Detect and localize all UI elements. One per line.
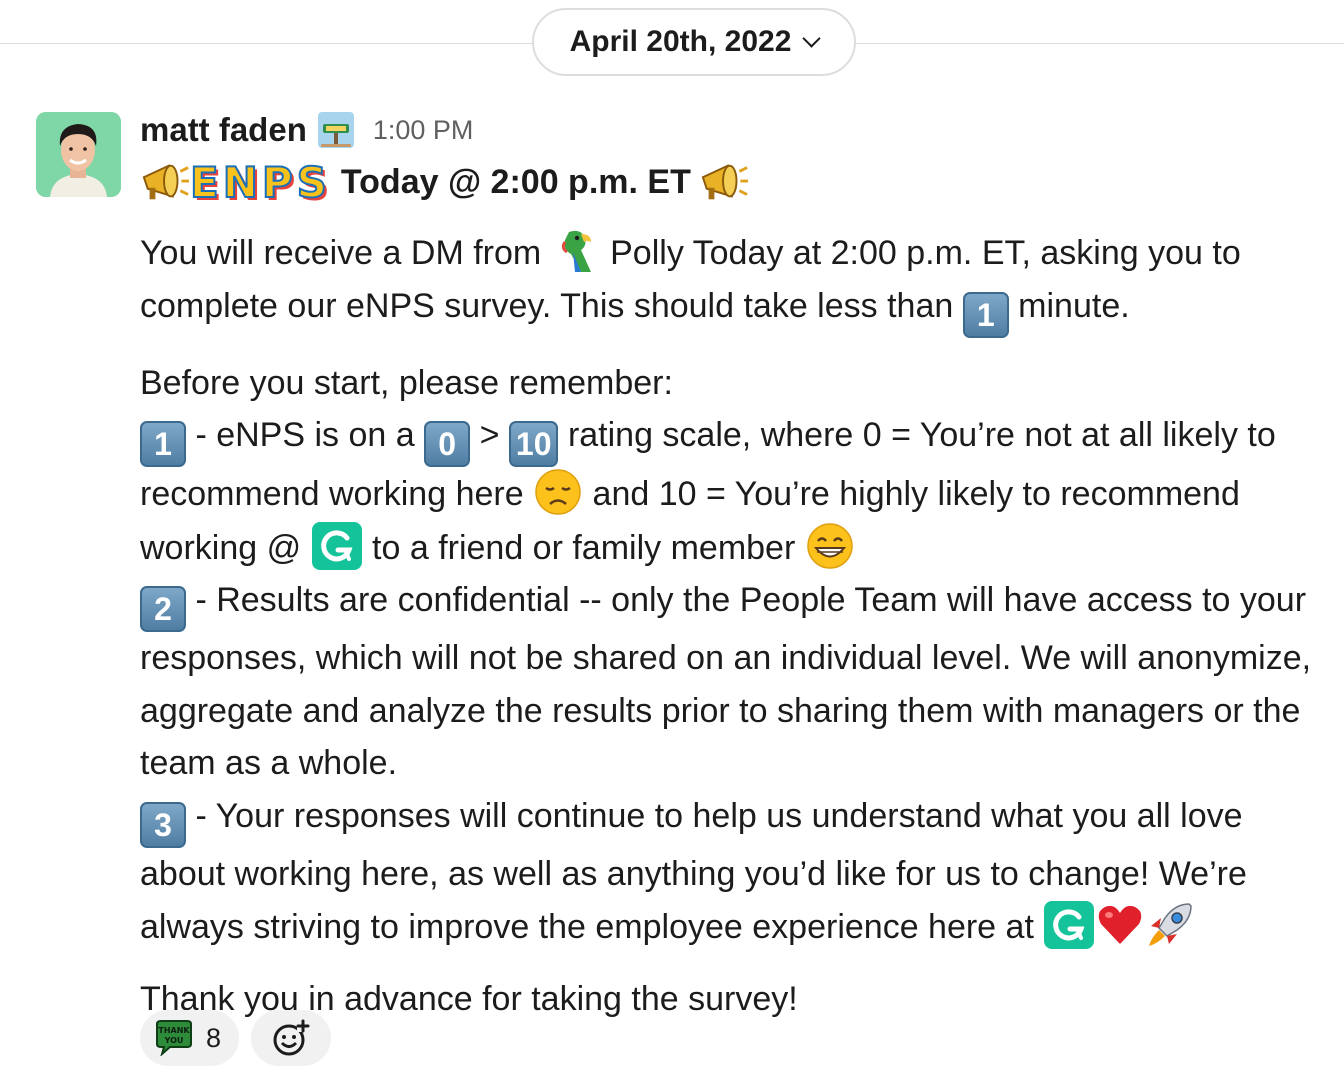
grammarly-logo-icon (311, 521, 362, 570)
megaphone-icon (701, 164, 748, 200)
body-text: recommend working here (140, 475, 524, 513)
date-label: April 20th, 2022 (569, 25, 792, 58)
user-photo-icon (36, 112, 121, 197)
body-text: - Your responses will continue to help u… (195, 796, 1243, 835)
body-text: aggregate and analyze the results prior … (140, 691, 1301, 730)
heart-icon (1099, 905, 1142, 944)
enps-letter-e: E (189, 157, 220, 208)
body-text: Before you start, please remember: (140, 363, 673, 402)
author-name[interactable]: matt faden (140, 111, 307, 149)
body-text: Polly Today at 2:00 p.m. ET, asking you … (610, 234, 1241, 272)
avatar[interactable] (36, 112, 121, 197)
title-text: Today @ 2:00 p.m. ET (340, 162, 691, 201)
reaction-thank-you[interactable]: THANK YOU 8 (140, 1010, 240, 1066)
rocket-icon (1149, 903, 1193, 946)
body-text: rating scale, where 0 = You’re not at al… (567, 416, 1276, 454)
svg-text:YOU: YOU (164, 1036, 184, 1045)
body-text: - Results are confidential -- only the P… (195, 581, 1307, 619)
body-text: working @ (140, 528, 302, 567)
body-text: You will receive a DM from (140, 234, 542, 272)
add-reaction-button[interactable] (251, 1010, 332, 1066)
body-line: recommend working here and 10 = You’re h… (140, 467, 1344, 521)
body-line: aggregate and analyze the results prior … (140, 685, 1344, 738)
keycap-0-icon: 0 (424, 421, 471, 467)
keycap-10-icon: 10 (508, 421, 559, 467)
keycap-3-icon: 3 (140, 801, 186, 848)
body-line: team as a whole. (140, 737, 1344, 790)
body-line: You will receive a DM from Polly Today a… (140, 226, 1344, 280)
thank-you-icon: THANK YOU (156, 1020, 192, 1056)
keycap-1-icon: 1 (962, 291, 1009, 338)
body-line: always striving to improve the employee … (140, 900, 1344, 954)
body-line: about working here, as well as anything … (140, 848, 1344, 901)
message-header: matt faden 1:00 PM (140, 108, 473, 152)
enps-letter-p: P (261, 157, 294, 208)
status-emoji-icon[interactable] (317, 111, 355, 149)
body-text: always striving to improve the employee … (140, 908, 1034, 946)
parrot-icon (561, 230, 591, 272)
reactions-bar: THANK YOU 8 (140, 1010, 332, 1066)
message-body: You will receive a DM from Polly Today a… (140, 226, 1344, 1025)
megaphone-icon (142, 164, 190, 200)
body-text: to a friend or family member (372, 528, 796, 567)
body-line: Before you start, please remember: (140, 357, 1344, 410)
enps-letter-n: N (222, 157, 259, 208)
body-line: working @ to a friend or family member (140, 521, 1344, 575)
body-text: > (479, 416, 500, 454)
body-text: team as a whole. (140, 744, 398, 782)
grinning-face-icon (807, 522, 853, 569)
reaction-count: 8 (206, 1022, 222, 1053)
body-text: and 10 = You’re highly likely to recomme… (592, 475, 1240, 513)
body-line: 3 - Your responses will continue to help… (140, 790, 1344, 848)
date-jump-button[interactable]: April 20th, 2022 (532, 8, 856, 76)
body-text: - eNPS is on a (195, 416, 415, 454)
body-line: 1 - eNPS is on a 0 > 10 rating scale, wh… (140, 409, 1344, 467)
body-text: minute. (1018, 286, 1130, 325)
body-text: complete our eNPS survey. This should ta… (140, 286, 954, 325)
body-text: responses, which will not be shared on a… (140, 639, 1312, 677)
enps-letter-s: S (296, 157, 328, 208)
disappointed-face-icon (535, 469, 581, 515)
body-line: responses, which will not be shared on a… (140, 632, 1344, 685)
body-text: about working here, as well as anything … (140, 854, 1247, 893)
keycap-1-icon: 1 (140, 421, 186, 467)
chevron-down-icon (802, 28, 822, 48)
add-emoji-icon (273, 1019, 310, 1056)
grammarly-logo-icon (1044, 901, 1095, 949)
message-title: E N P S Today @ 2:00 p.m. ET (140, 155, 749, 209)
body-line: 2 - Results are confidential -- only the… (140, 574, 1344, 632)
svg-text:THANK: THANK (158, 1026, 190, 1035)
message-timestamp[interactable]: 1:00 PM (373, 115, 474, 146)
body-line: complete our eNPS survey. This should ta… (140, 280, 1344, 338)
keycap-2-icon: 2 (140, 586, 186, 632)
